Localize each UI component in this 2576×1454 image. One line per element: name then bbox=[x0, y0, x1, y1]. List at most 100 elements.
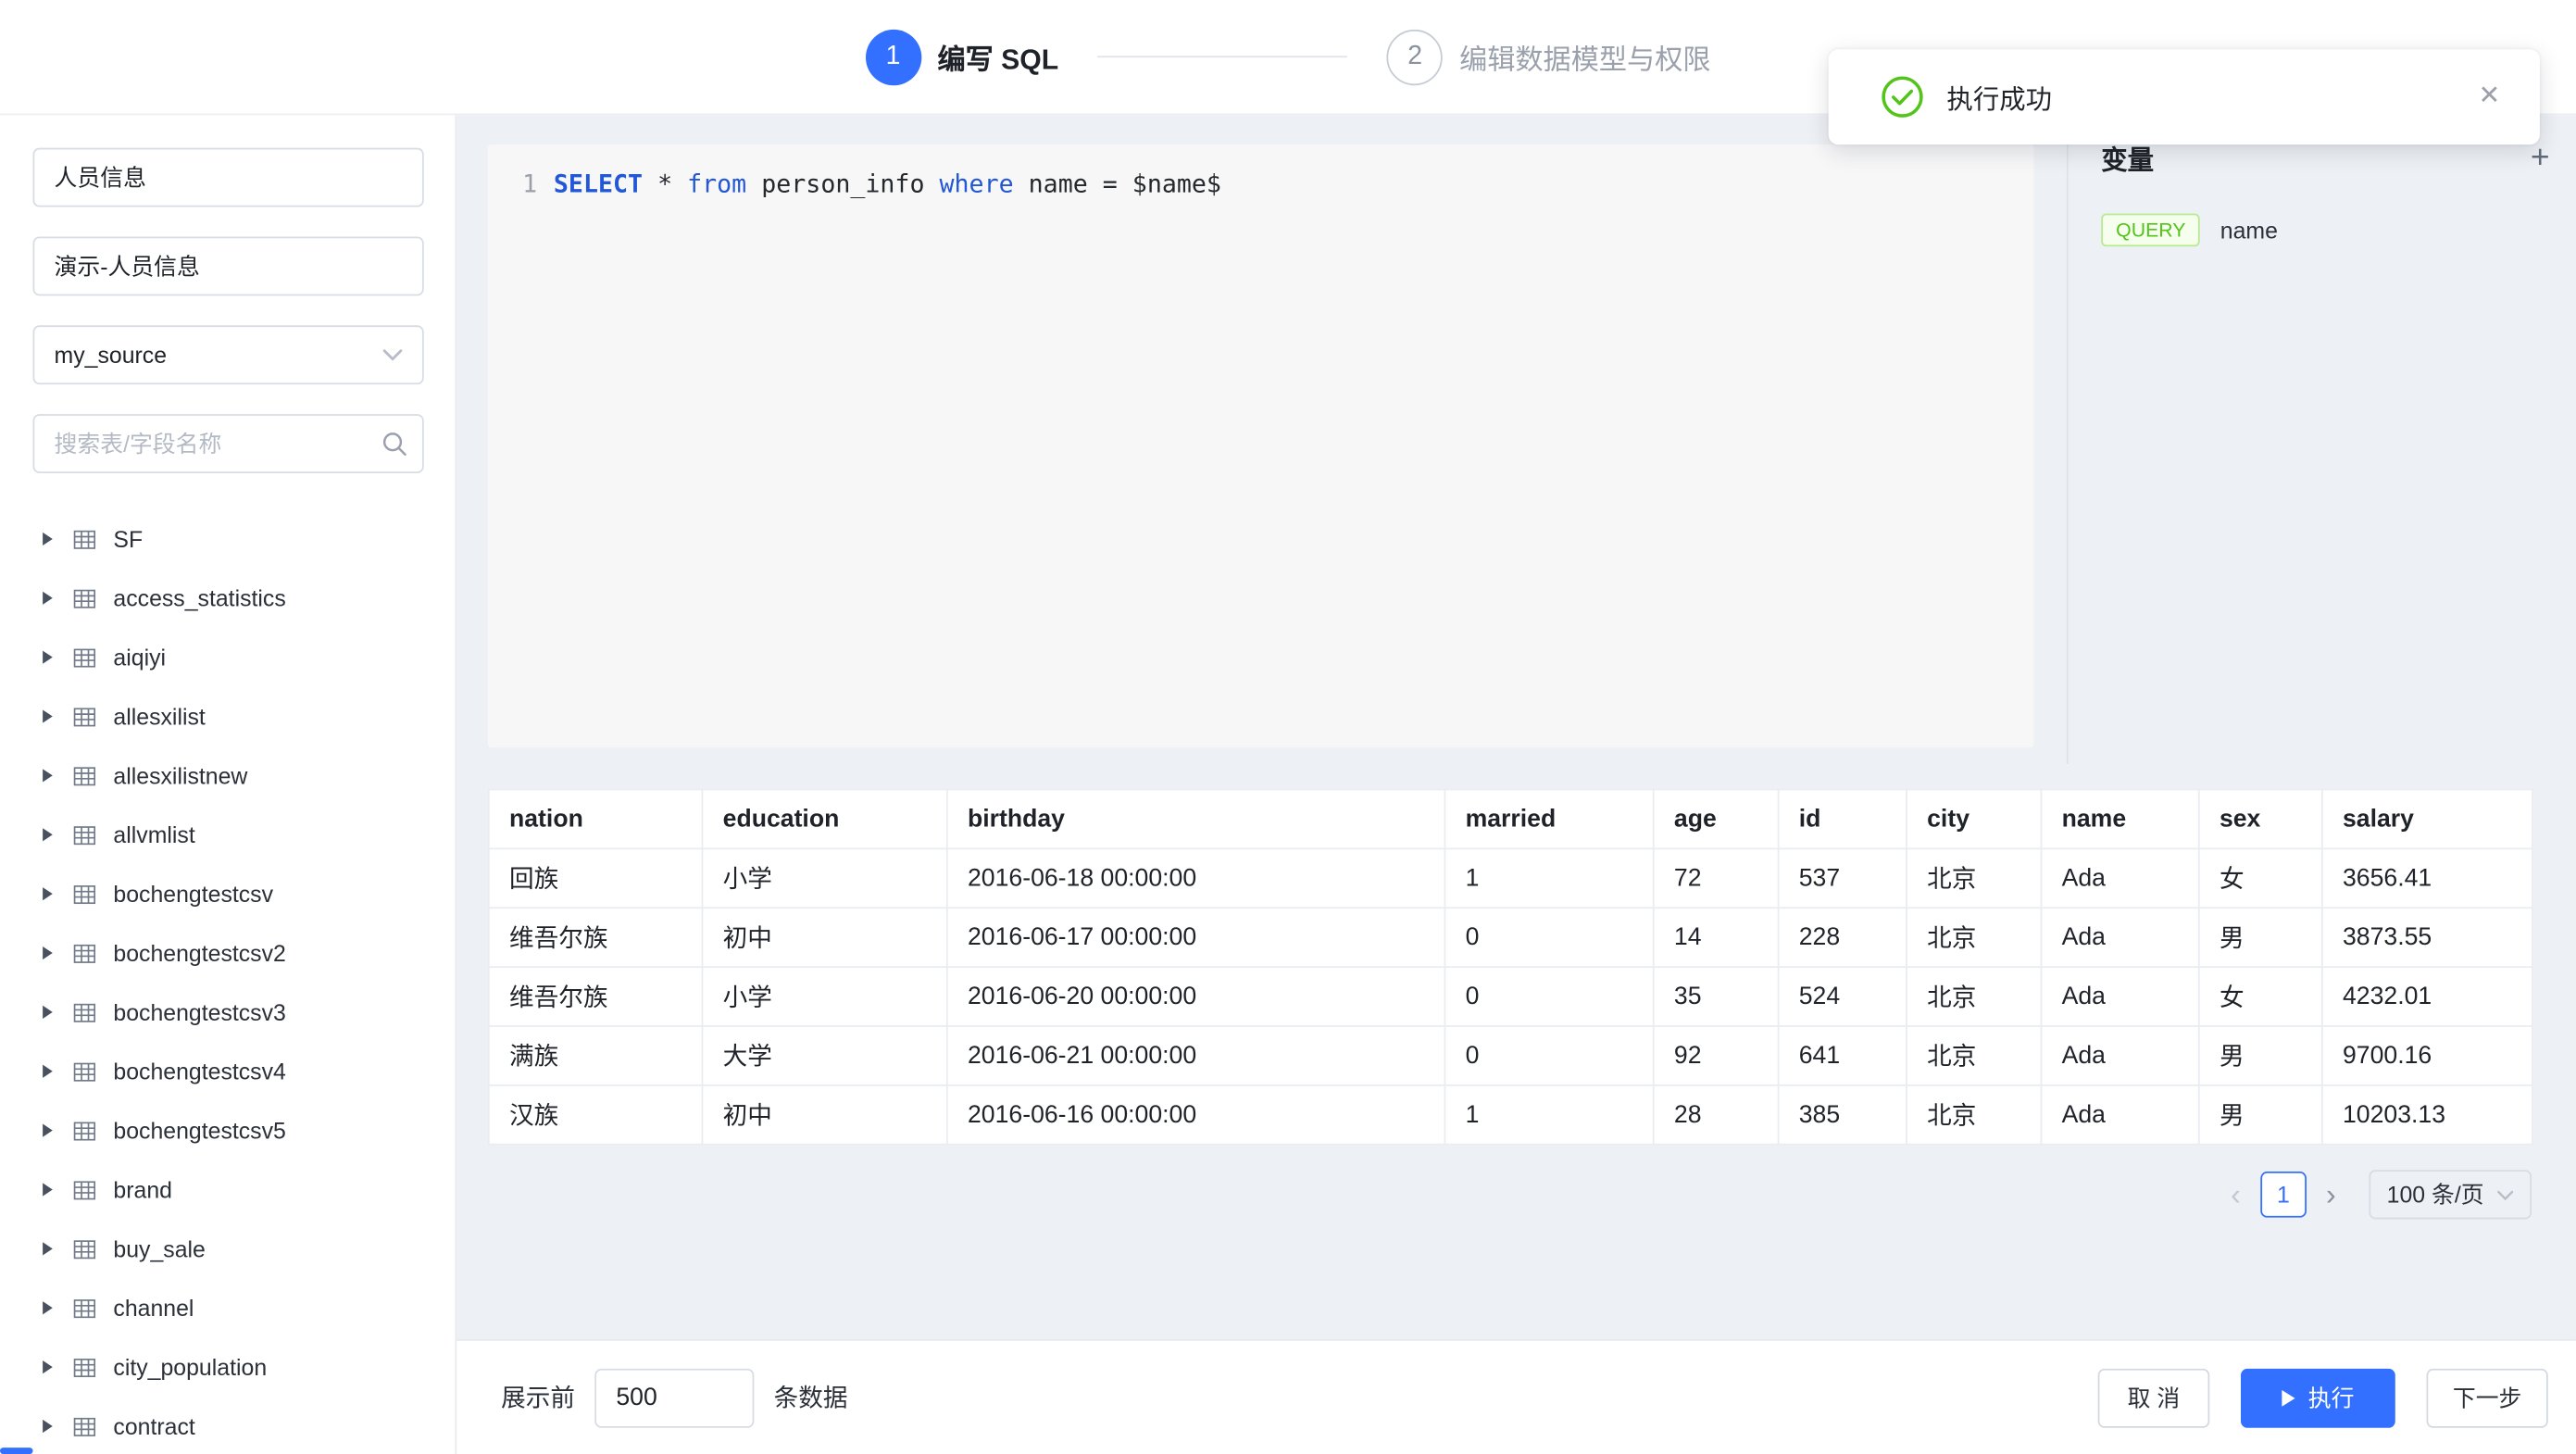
table-row: 维吾尔族 初中 2016-06-17 00:00:00 0 14 228 北京 … bbox=[489, 908, 2532, 967]
column-header[interactable]: city bbox=[1907, 790, 2041, 849]
table-name: aiqiyi bbox=[113, 644, 166, 670]
cell: 小学 bbox=[702, 848, 946, 908]
column-header[interactable]: birthday bbox=[947, 790, 1445, 849]
cell: 92 bbox=[1654, 1026, 1779, 1085]
caret-right-icon[interactable] bbox=[43, 1124, 53, 1137]
cell: 385 bbox=[1779, 1085, 1907, 1145]
page-size-select[interactable]: 100 条/页 bbox=[2369, 1170, 2532, 1219]
table-icon bbox=[72, 586, 97, 611]
limit-prefix-label: 展示前 bbox=[501, 1380, 575, 1414]
tree-item-table[interactable]: bochengtestcsv3 bbox=[0, 983, 455, 1042]
table-icon bbox=[72, 645, 97, 670]
add-variable-icon[interactable]: + bbox=[2531, 142, 2550, 174]
toast-close-icon[interactable]: ✕ bbox=[2479, 83, 2501, 109]
cell: 北京 bbox=[1907, 908, 2041, 967]
success-check-icon bbox=[1881, 76, 1923, 119]
search-input[interactable] bbox=[32, 414, 423, 473]
variable-row[interactable]: QUERY name bbox=[2101, 214, 2576, 246]
caret-right-icon[interactable] bbox=[43, 769, 53, 782]
dataset-display-name-field[interactable] bbox=[32, 236, 423, 295]
table-name: channel bbox=[113, 1295, 194, 1321]
run-button[interactable]: 执行 bbox=[2241, 1368, 2395, 1427]
tree-item-table[interactable]: bochengtestcsv2 bbox=[0, 923, 455, 983]
table-name: bochengtestcsv bbox=[113, 881, 273, 907]
table-name: SF bbox=[113, 526, 143, 552]
cell: 1 bbox=[1444, 1085, 1653, 1145]
caret-right-icon[interactable] bbox=[43, 1242, 53, 1255]
tree-item-table[interactable]: bochengtestcsv bbox=[0, 864, 455, 923]
tree-item-table[interactable]: SF bbox=[0, 509, 455, 569]
table-icon bbox=[72, 704, 97, 729]
tree-item-table[interactable]: bochengtestcsv4 bbox=[0, 1042, 455, 1101]
cell: 72 bbox=[1654, 848, 1779, 908]
success-toast: 执行成功 ✕ bbox=[1829, 49, 2540, 144]
step-edit-model[interactable]: 2 编辑数据模型与权限 bbox=[1387, 29, 1711, 84]
sql-keyword-from: from bbox=[687, 169, 746, 199]
cell: 35 bbox=[1654, 967, 1779, 1026]
next-step-button[interactable]: 下一步 bbox=[2426, 1368, 2547, 1427]
tree-item-table[interactable]: contract bbox=[0, 1397, 455, 1454]
table-icon bbox=[72, 527, 97, 552]
tree-item-table[interactable]: channel bbox=[0, 1278, 455, 1337]
pagination: ‹ 1 › 100 条/页 bbox=[488, 1170, 2532, 1219]
table-name: allesxilist bbox=[113, 703, 205, 729]
page-number-button[interactable]: 1 bbox=[2260, 1172, 2307, 1218]
sql-keyword-where: where bbox=[940, 169, 1014, 199]
caret-right-icon[interactable] bbox=[43, 946, 53, 959]
table-row: 回族 小学 2016-06-18 00:00:00 1 72 537 北京 Ad… bbox=[489, 848, 2532, 908]
tree-item-table[interactable]: allesxilist bbox=[0, 687, 455, 746]
tree-item-table[interactable]: bochengtestcsv5 bbox=[0, 1101, 455, 1160]
sidebar: my_source SF bbox=[0, 115, 456, 1454]
datasource-select[interactable]: my_source bbox=[32, 325, 423, 384]
stepper: 1 编写 SQL 2 编辑数据模型与权限 bbox=[865, 29, 1710, 84]
next-page-icon[interactable]: › bbox=[2316, 1172, 2345, 1218]
cell: 0 bbox=[1444, 967, 1653, 1026]
step-write-sql[interactable]: 1 编写 SQL bbox=[865, 29, 1058, 84]
tree-item-table[interactable]: allesxilistnew bbox=[0, 746, 455, 805]
table-name: city_population bbox=[113, 1354, 267, 1380]
column-header[interactable]: id bbox=[1779, 790, 1907, 849]
caret-right-icon[interactable] bbox=[43, 709, 53, 722]
caret-right-icon[interactable] bbox=[43, 887, 53, 900]
cell: 北京 bbox=[1907, 1085, 2041, 1145]
caret-right-icon[interactable] bbox=[43, 1360, 53, 1373]
sql-editor[interactable]: 1 SELECT * from person_info where name =… bbox=[488, 144, 2034, 747]
dataset-name-field[interactable] bbox=[32, 148, 423, 207]
cell: 北京 bbox=[1907, 1026, 2041, 1085]
table-name: bochengtestcsv3 bbox=[113, 999, 285, 1025]
horizontal-scrollbar-thumb[interactable] bbox=[0, 1448, 32, 1454]
column-header[interactable]: married bbox=[1444, 790, 1653, 849]
caret-right-icon[interactable] bbox=[43, 1183, 53, 1196]
caret-right-icon[interactable] bbox=[43, 828, 53, 841]
cell: 男 bbox=[2199, 908, 2322, 967]
cell: 男 bbox=[2199, 1026, 2322, 1085]
caret-right-icon[interactable] bbox=[43, 1301, 53, 1314]
tree-item-table[interactable]: brand bbox=[0, 1160, 455, 1220]
caret-right-icon[interactable] bbox=[43, 1065, 53, 1078]
column-header[interactable]: nation bbox=[489, 790, 703, 849]
tree-item-table[interactable]: allvmlist bbox=[0, 805, 455, 864]
caret-right-icon[interactable] bbox=[43, 651, 53, 664]
prev-page-icon[interactable]: ‹ bbox=[2220, 1172, 2250, 1218]
tree-item-table[interactable]: aiqiyi bbox=[0, 628, 455, 687]
cancel-button[interactable]: 取 消 bbox=[2098, 1368, 2210, 1427]
caret-right-icon[interactable] bbox=[43, 1006, 53, 1019]
column-header[interactable]: salary bbox=[2322, 790, 2532, 849]
tree-item-table[interactable]: access_statistics bbox=[0, 569, 455, 628]
row-limit-input[interactable] bbox=[594, 1368, 754, 1427]
column-header[interactable]: name bbox=[2041, 790, 2198, 849]
tree-item-table[interactable]: city_population bbox=[0, 1337, 455, 1397]
column-header[interactable]: sex bbox=[2199, 790, 2322, 849]
table-name: contract bbox=[113, 1413, 194, 1439]
caret-right-icon[interactable] bbox=[43, 592, 53, 605]
caret-right-icon[interactable] bbox=[43, 1420, 53, 1433]
column-header[interactable]: age bbox=[1654, 790, 1779, 849]
column-header[interactable]: education bbox=[702, 790, 946, 849]
cell: 2016-06-20 00:00:00 bbox=[947, 967, 1445, 1026]
tree-item-table[interactable]: buy_sale bbox=[0, 1219, 455, 1278]
table-icon bbox=[72, 1000, 97, 1025]
table-icon bbox=[72, 882, 97, 907]
cell: 北京 bbox=[1907, 967, 2041, 1026]
footer-bar: 展示前 条数据 取 消 执行 下一步 bbox=[456, 1339, 2576, 1454]
caret-right-icon[interactable] bbox=[43, 533, 53, 545]
